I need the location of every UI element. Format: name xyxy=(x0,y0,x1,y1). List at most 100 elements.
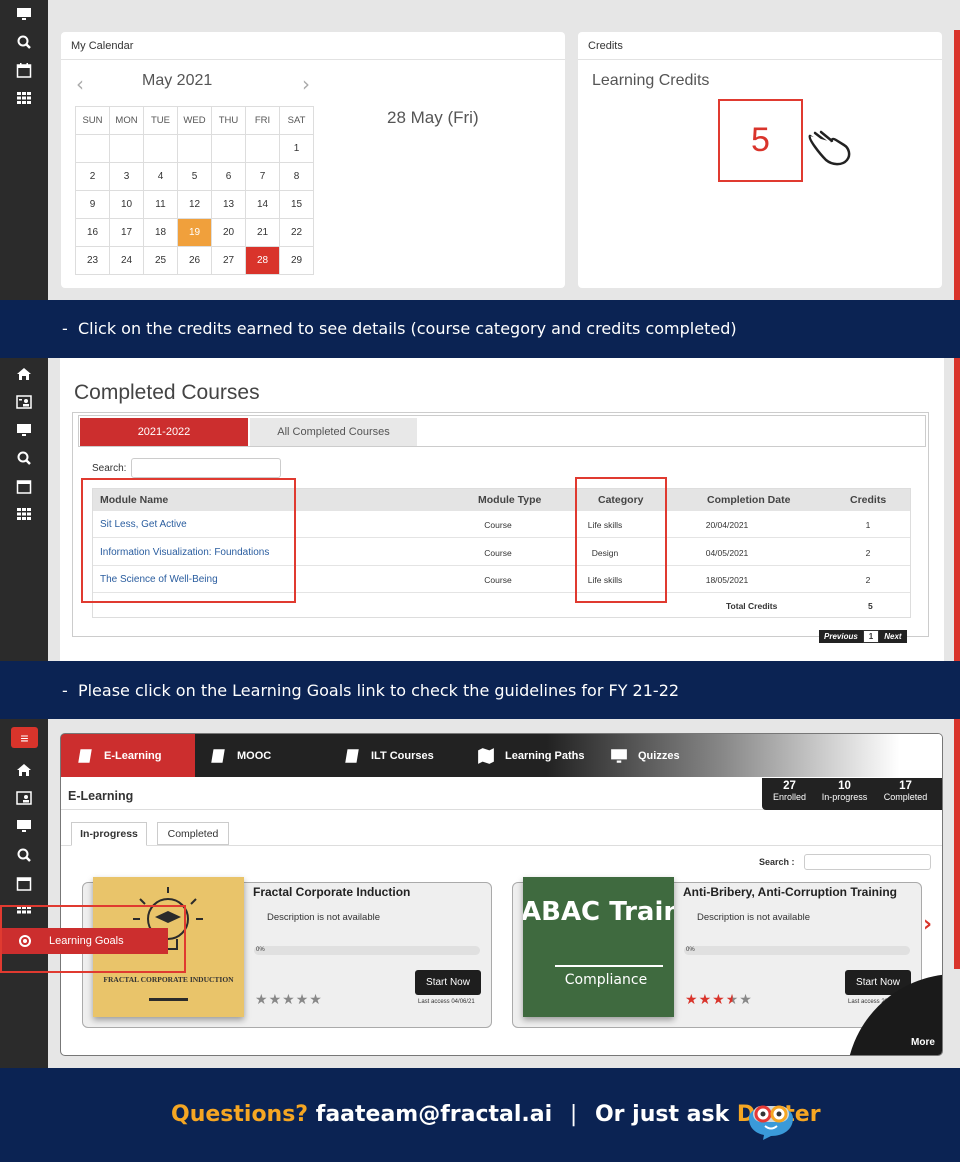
calendar-day[interactable]: 24 xyxy=(109,246,144,275)
header-credits[interactable]: Credits xyxy=(850,494,886,506)
weekday-header: THU xyxy=(211,106,246,135)
total-label: Total Credits xyxy=(726,601,778,611)
rating-stars: ★★★★★ xyxy=(685,991,753,1008)
subtab-completed[interactable]: Completed xyxy=(157,822,229,845)
pager-page-1[interactable]: 1 xyxy=(862,630,880,643)
calendar-day[interactable]: 29 xyxy=(279,246,314,275)
star-icon: ★ xyxy=(268,991,283,1007)
next-arrow-icon[interactable]: › xyxy=(923,912,932,937)
monitor-icon[interactable] xyxy=(14,817,34,835)
calendar-day[interactable]: 27 xyxy=(211,246,246,275)
progress-bar: 0% xyxy=(684,946,910,955)
header-completion-date[interactable]: Completion Date xyxy=(707,494,790,506)
footer-email[interactable]: faateam@fractal.ai xyxy=(316,1102,552,1127)
calendar-icon[interactable] xyxy=(14,874,34,892)
course-search-input[interactable] xyxy=(804,854,931,870)
star-icon: ★ xyxy=(309,991,323,1007)
calendar-day[interactable]: 9 xyxy=(75,190,110,219)
search-icon[interactable] xyxy=(14,846,34,864)
calendar-day[interactable]: 15 xyxy=(279,190,314,219)
header-module-type[interactable]: Module Type xyxy=(478,494,541,506)
pager-next[interactable]: Next xyxy=(879,630,907,643)
hamburger-menu-button[interactable]: ≡ xyxy=(11,727,38,748)
calendar-day[interactable]: 14 xyxy=(245,190,280,219)
calendar-day[interactable]: 11 xyxy=(143,190,178,219)
calendar-day[interactable]: 4 xyxy=(143,162,178,191)
star-icon: ★ xyxy=(282,991,296,1007)
calendar-day[interactable]: 26 xyxy=(177,246,212,275)
grid-icon[interactable] xyxy=(14,89,34,107)
tab-2021-2022[interactable]: 2021-2022 xyxy=(80,418,248,446)
tab-learning-paths[interactable]: Learning Paths xyxy=(477,734,584,777)
pager-previous[interactable]: Previous xyxy=(819,630,863,643)
tab-mooc[interactable]: MOOC xyxy=(209,734,271,777)
grid-icon[interactable] xyxy=(14,505,34,523)
home-icon[interactable] xyxy=(14,761,34,779)
calendar-day[interactable]: 23 xyxy=(75,246,110,275)
calendar-day[interactable]: 17 xyxy=(109,218,144,247)
calendar-day[interactable]: 5 xyxy=(177,162,212,191)
footer-ask: Or just ask xyxy=(594,1102,730,1127)
search-input[interactable] xyxy=(131,458,281,478)
calendar-icon[interactable] xyxy=(14,61,34,79)
start-now-button[interactable]: Start Now xyxy=(415,970,481,995)
calendar-panel-title: My Calendar xyxy=(71,40,134,52)
pager: Previous 1 Next xyxy=(819,630,907,643)
selected-date-label: 28 May (Fri) xyxy=(387,108,479,127)
calendar-day[interactable]: 8 xyxy=(279,162,314,191)
calendar-day[interactable]: 2 xyxy=(75,162,110,191)
profile-card-icon[interactable] xyxy=(14,393,34,411)
subtab-in-progress[interactable]: In-progress xyxy=(71,822,147,846)
calendar-day[interactable]: 3 xyxy=(109,162,144,191)
credits-value[interactable]: 5 xyxy=(751,121,770,160)
search-icon[interactable] xyxy=(14,449,34,467)
course-title[interactable]: Fractal Corporate Induction xyxy=(253,885,410,899)
course-card[interactable]: ABAC Trainir Compliance Anti-Bribery, An… xyxy=(512,877,922,1028)
calendar-day[interactable]: 13 xyxy=(211,190,246,219)
calendar-day[interactable]: 18 xyxy=(143,218,178,247)
progress-label: 0% xyxy=(686,947,695,953)
footer-separator: | xyxy=(569,1102,578,1127)
chevron-right-icon[interactable]: › xyxy=(302,72,310,96)
tab-all-completed[interactable]: All Completed Courses xyxy=(250,418,417,446)
calendar-day[interactable]: 22 xyxy=(279,218,314,247)
module-type-cell: Course xyxy=(484,520,512,530)
stats-box: 27 Enrolled 10 In-progress 17 Completed xyxy=(762,778,942,810)
credits-panel-title: Credits xyxy=(588,40,623,52)
calendar-day[interactable]: 19 xyxy=(177,218,212,247)
tab-quizzes[interactable]: Quizzes xyxy=(610,734,680,777)
calendar-empty-cell xyxy=(75,134,110,163)
more-label[interactable]: More xyxy=(911,1037,935,1048)
calendar-day[interactable]: 21 xyxy=(245,218,280,247)
monitor-icon[interactable] xyxy=(14,421,34,439)
tab-elearning[interactable]: E-Learning xyxy=(61,734,195,777)
calendar-icon[interactable] xyxy=(14,477,34,495)
home-icon[interactable] xyxy=(14,365,34,383)
tab-quizzes-label: Quizzes xyxy=(638,749,680,762)
calendar-day[interactable]: 1 xyxy=(279,134,314,163)
search-icon[interactable] xyxy=(14,33,34,51)
calendar-day[interactable]: 12 xyxy=(177,190,212,219)
tab-ilt-courses[interactable]: ILT Courses xyxy=(343,734,434,777)
category-highlight xyxy=(575,477,667,603)
course-title[interactable]: Anti-Bribery, Anti-Corruption Training xyxy=(683,885,897,899)
chevron-left-icon[interactable]: ‹ xyxy=(76,72,84,96)
tab-elearning-label: E-Learning xyxy=(104,749,162,762)
monitor-icon[interactable] xyxy=(14,5,34,23)
weekday-header: TUE xyxy=(143,106,178,135)
sidebar-top xyxy=(0,0,48,300)
dexter-bot-icon[interactable] xyxy=(743,1092,799,1145)
profile-card-icon[interactable] xyxy=(14,789,34,807)
calendar-day[interactable]: 28 xyxy=(245,246,280,275)
credits-value-box[interactable]: 5 xyxy=(718,99,803,182)
calendar-grid: SUN MON TUE WED THU FRI SAT 1 2 3 4 5 6 7 8 9 10 11 12 13 1… xyxy=(75,106,314,275)
calendar-day[interactable]: 6 xyxy=(211,162,246,191)
book-icon xyxy=(211,748,225,763)
calendar-day[interactable]: 20 xyxy=(211,218,246,247)
weekday-header: MON xyxy=(109,106,144,135)
calendar-day[interactable]: 7 xyxy=(245,162,280,191)
calendar-day[interactable]: 16 xyxy=(75,218,110,247)
completion-date-cell: 20/04/2021 xyxy=(705,520,749,530)
calendar-day[interactable]: 10 xyxy=(109,190,144,219)
calendar-day[interactable]: 25 xyxy=(143,246,178,275)
